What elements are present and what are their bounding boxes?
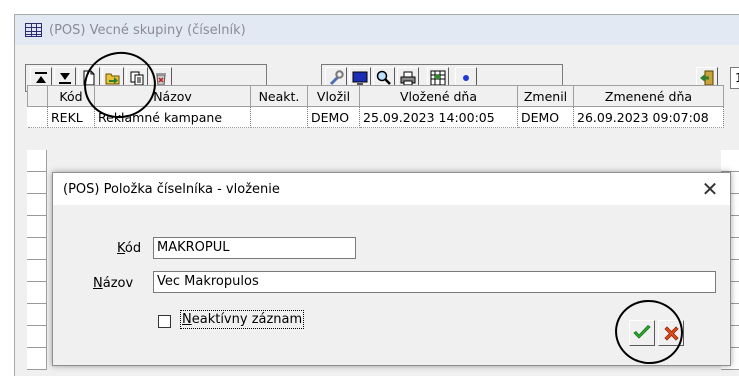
name-label-rest: ázov — [102, 276, 134, 291]
cell-neakt[interactable] — [250, 106, 308, 128]
table-app-icon — [25, 23, 42, 37]
name-label: Názov — [93, 276, 133, 291]
wrench-icon — [329, 70, 344, 86]
inactive-label-rest: eaktívny záznam — [191, 312, 303, 327]
main-title-bar[interactable]: (POS) Vecné skupiny (číselník) — [15, 15, 739, 45]
inactive-label-accel: N — [182, 312, 192, 327]
column-header-vlozil[interactable]: Vložil — [307, 85, 360, 107]
dialog-title-bar[interactable]: (POS) Položka číselníka - vloženie ✕ — [53, 173, 730, 205]
magnifier-icon — [376, 70, 391, 85]
main-window-title: (POS) Vecné skupiny (číselník) — [49, 22, 246, 38]
code-label-rest: ód — [124, 241, 142, 256]
delete-bin-icon — [156, 72, 166, 85]
cell-zmenil[interactable]: DEMO — [517, 106, 574, 128]
column-header-zmenene-dna[interactable]: Zmenené dňa — [573, 85, 724, 107]
grid-indicator-header — [27, 85, 48, 107]
cell-vlozene-dna[interactable]: 25.09.2023 14:00:05 — [359, 106, 518, 128]
row-indicator — [27, 106, 48, 128]
column-header-zmenil[interactable]: Zmenil — [517, 85, 574, 107]
dialog-title: (POS) Položka číselníka - vloženie — [63, 181, 280, 197]
exit-door-icon — [700, 70, 714, 86]
name-label-accel: N — [93, 276, 103, 291]
code-label: Kód — [117, 241, 141, 256]
grid-empty-rows — [27, 150, 47, 370]
inactive-checkbox[interactable] — [158, 315, 171, 328]
column-header-neakt[interactable]: Neakt. — [250, 85, 308, 107]
monitor-icon — [352, 71, 368, 85]
cell-kod[interactable]: REKL — [47, 106, 95, 128]
cell-zmenene-dna[interactable]: 26.09.2023 09:07:08 — [573, 106, 724, 128]
inactive-checkbox-label[interactable]: Neaktívny záznam — [180, 310, 305, 329]
code-label-accel: K — [117, 241, 125, 256]
close-icon[interactable]: ✕ — [700, 179, 720, 199]
name-input[interactable]: Vec Makropulos — [153, 271, 716, 293]
cell-vlozil[interactable]: DEMO — [307, 106, 360, 128]
last-record-icon — [59, 73, 71, 84]
column-header-vlozene-dna[interactable]: Vložené dňa — [359, 85, 518, 107]
grid-export-icon — [430, 70, 446, 86]
printer-icon — [400, 71, 416, 85]
code-input[interactable]: MAKROPUL — [153, 237, 356, 259]
first-record-icon — [35, 72, 47, 83]
screen: (POS) Vecné skupiny (číselník) 1 Kód Náz… — [0, 0, 739, 377]
page-number-field[interactable]: 1 — [730, 67, 739, 89]
blue-dot-icon — [463, 75, 469, 81]
